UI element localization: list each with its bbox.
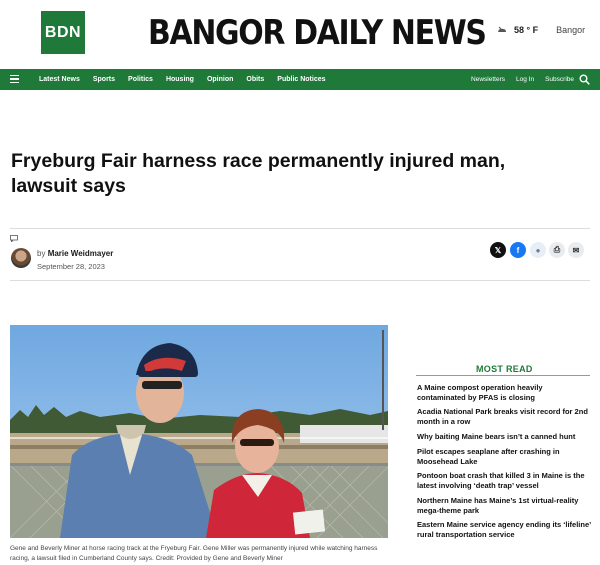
most-read-heading: MOST READ <box>476 364 533 374</box>
most-read-divider <box>416 375 590 376</box>
publish-date: September 28, 2023 <box>37 262 105 271</box>
divider <box>10 280 590 281</box>
weather-icon <box>498 26 506 32</box>
nav-housing[interactable]: Housing <box>166 76 194 83</box>
search-icon[interactable] <box>579 74 590 85</box>
nav-subscribe[interactable]: Subscribe <box>545 76 574 83</box>
most-read-item[interactable]: Eastern Maine service agency ending its … <box>417 520 592 540</box>
most-read-item[interactable]: Pontoon boat crash that killed 3 in Main… <box>417 471 592 491</box>
print-icon[interactable]: ⎙ <box>549 242 565 258</box>
nav-links: Latest News Sports Politics Housing Opin… <box>39 69 339 90</box>
article-headline: Fryeburg Fair harness race permanently i… <box>11 150 506 197</box>
share-facebook-icon[interactable]: f <box>510 242 526 258</box>
nav-login[interactable]: Log In <box>516 76 534 83</box>
share-x-icon[interactable]: 𝕏 <box>490 242 506 258</box>
nav-latest-news[interactable]: Latest News <box>39 76 80 83</box>
weather-city: Bangor <box>556 25 586 35</box>
author-avatar[interactable] <box>11 248 31 268</box>
comment-icon[interactable] <box>10 235 18 242</box>
photo-illustration <box>10 325 388 538</box>
nav-politics[interactable]: Politics <box>128 76 153 83</box>
nav-newsletters[interactable]: Newsletters <box>471 76 505 83</box>
most-read-item[interactable]: Why baiting Maine bears isn’t a canned h… <box>417 432 592 442</box>
weather-temp: 58 ° F <box>514 25 539 35</box>
most-read-item[interactable]: Acadia National Park breaks visit record… <box>417 407 592 427</box>
most-read-item[interactable]: Pilot escapes seaplane after crashing in… <box>417 447 592 467</box>
byline: by Marie Weidmayer <box>37 249 113 258</box>
share-reddit-icon[interactable]: ● <box>530 242 546 258</box>
nav-account-links: Newsletters Log In Subscribe <box>460 69 574 90</box>
author-link[interactable]: Marie Weidmayer <box>48 249 114 258</box>
article-photo[interactable] <box>10 325 388 538</box>
nav-opinion[interactable]: Opinion <box>207 76 233 83</box>
nav-obits[interactable]: Obits <box>246 76 264 83</box>
main-nav: Latest News Sports Politics Housing Opin… <box>0 69 600 90</box>
nav-public-notices[interactable]: Public Notices <box>277 76 325 83</box>
divider <box>10 228 590 229</box>
byline-prefix: by <box>37 249 46 258</box>
photo-caption: Gene and Beverly Miner at horse racing t… <box>10 545 378 562</box>
most-read-item[interactable]: A Maine compost operation heavily contam… <box>417 383 592 403</box>
site-header: BDN BANGOR DAILY NEWS 58 ° F Bangor <box>0 0 600 68</box>
most-read-item[interactable]: Northern Maine has Maine’s 1st virtual-r… <box>417 496 592 516</box>
weather-widget[interactable]: 58 ° F Bangor <box>496 24 585 36</box>
nav-sports[interactable]: Sports <box>93 76 115 83</box>
email-icon[interactable]: ✉ <box>568 242 584 258</box>
menu-icon[interactable] <box>10 75 19 83</box>
bdn-logo[interactable]: BDN <box>41 11 85 54</box>
masthead[interactable]: BANGOR DAILY NEWS <box>148 13 487 53</box>
